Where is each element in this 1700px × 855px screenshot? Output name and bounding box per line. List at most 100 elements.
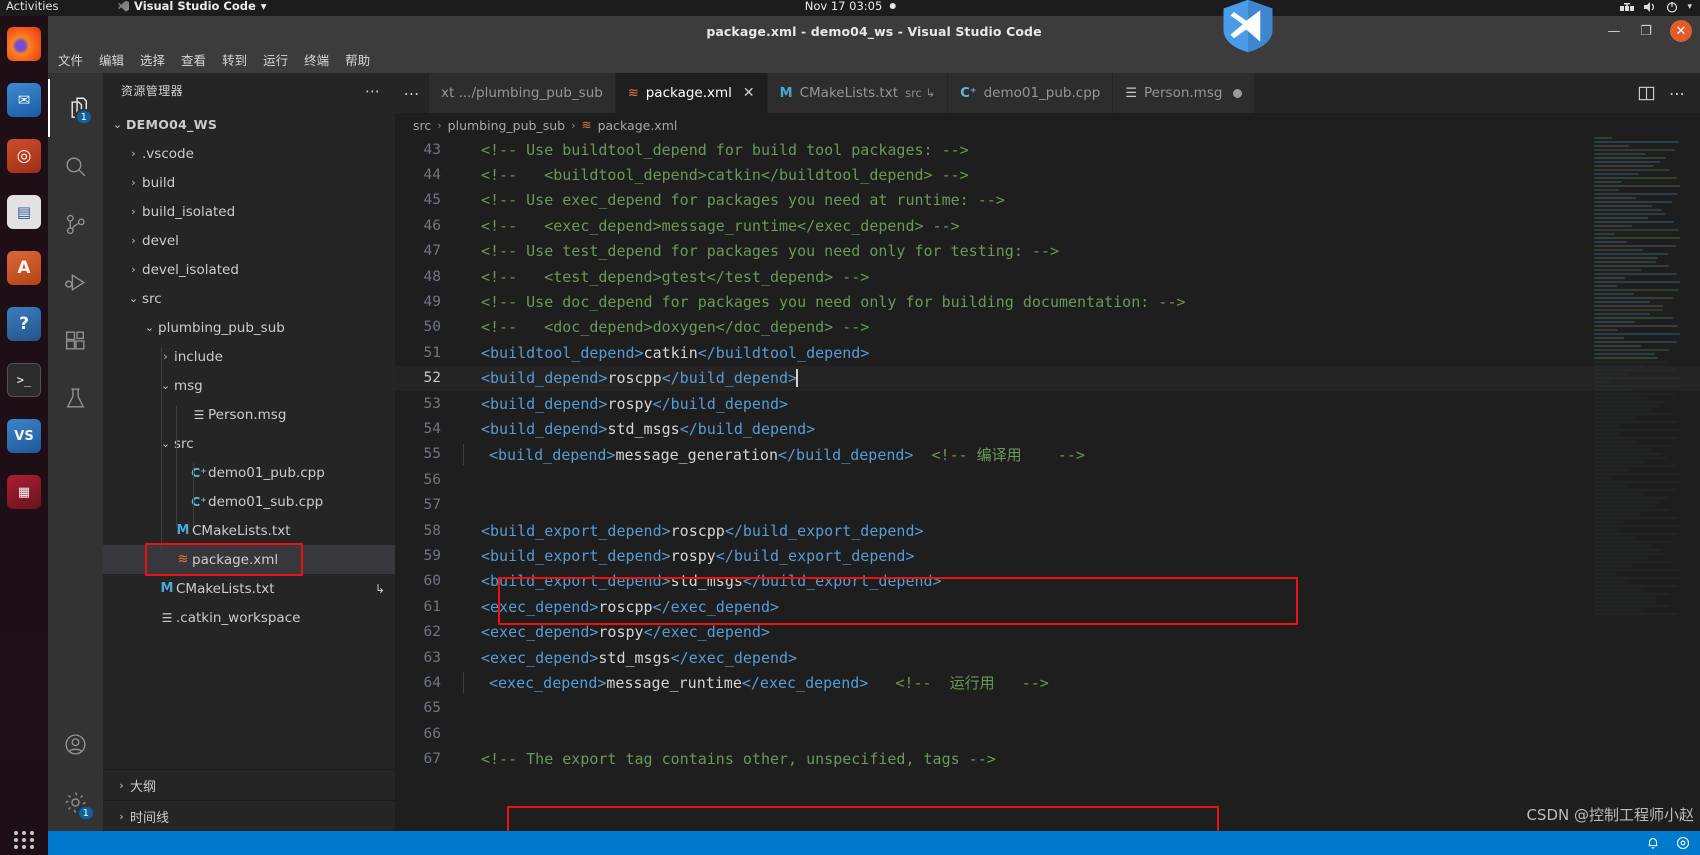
tree-item-plumbing-pub-sub[interactable]: ⌄ plumbing_pub_sub xyxy=(103,313,395,342)
close-icon[interactable]: ✕ xyxy=(743,85,755,101)
code-line[interactable]: 44 <!-- <buildtool_depend>catkin</buildto… xyxy=(395,162,1700,187)
code-line[interactable]: 49 <!-- Use doc_depend for packages you n… xyxy=(395,289,1700,314)
code-line[interactable]: 63 <exec_depend>std_msgs</exec_depend> xyxy=(395,645,1700,670)
menubar[interactable]: 文件 编辑 选择 查看 转到 运行 终端 帮助 xyxy=(48,46,1700,73)
tree-item-demo04-ws[interactable]: ⌄ DEMO04_WS xyxy=(103,110,395,139)
dock-item-terminal[interactable]: >_ xyxy=(0,352,48,408)
tree-item-demo01-pub-cpp[interactable]: C⁺ demo01_pub.cpp xyxy=(103,458,395,487)
tree-item-vscode[interactable]: › .vscode xyxy=(103,139,395,168)
tree-item-package-xml[interactable]: ≋ package.xml xyxy=(103,545,395,574)
menu-selection[interactable]: 选择 xyxy=(140,50,165,69)
file-tree[interactable]: ⌄ DEMO04_WS › .vscode › build › build_isolated ›… xyxy=(103,108,395,769)
tree-item-catkin-workspace[interactable]: ☰ .catkin_workspace xyxy=(103,603,395,632)
tree-item-build-isolated[interactable]: › build_isolated xyxy=(103,197,395,226)
split-editor-icon[interactable] xyxy=(1638,85,1655,102)
sidebar-item-manage-settings[interactable]: 1 xyxy=(48,773,103,831)
tree-item-src[interactable]: ⌄ src xyxy=(103,429,395,458)
code-lines[interactable]: 43 <!-- Use buildtool_depend for build to… xyxy=(395,137,1700,831)
status-right[interactable] xyxy=(1646,836,1690,850)
breadcrumb-plumbing-pub-sub[interactable]: plumbing_pub_sub xyxy=(448,118,565,133)
tree-item-devel-isolated[interactable]: › devel_isolated xyxy=(103,255,395,284)
tree-item-devel[interactable]: › devel xyxy=(103,226,395,255)
system-tray[interactable]: ▾ xyxy=(1620,1,1692,13)
tab-cmakelists-txt[interactable]: M CMakeLists.txt src ↳ xyxy=(767,73,949,113)
sidebar-section-outline[interactable]: › 大纲 xyxy=(103,769,395,800)
code-line[interactable]: 56 xyxy=(395,467,1700,492)
code-line[interactable]: 60 <build_export_depend>std_msgs</build_e… xyxy=(395,569,1700,594)
code-line[interactable]: 65 xyxy=(395,696,1700,721)
code-line[interactable]: 48 <!-- <test_depend>gtest</test_depend> … xyxy=(395,264,1700,289)
code-line[interactable]: 67 <!-- The export tag contains other, un… xyxy=(395,746,1700,771)
tab-demo01-pub-cpp[interactable]: C⁺ demo01_pub.cpp xyxy=(948,73,1114,113)
code-line[interactable]: 58 <build_export_depend>roscpp</build_exp… xyxy=(395,518,1700,543)
maximize-button[interactable]: ❐ xyxy=(1638,23,1654,39)
code-editor[interactable]: 43 <!-- Use buildtool_depend for build to… xyxy=(395,137,1700,831)
tree-item-src[interactable]: ⌄ src xyxy=(103,284,395,313)
tree-item-cmakelists-txt[interactable]: M CMakeLists.txt ↳ xyxy=(103,574,395,603)
code-line[interactable]: 66 xyxy=(395,721,1700,746)
dock-item-libreoffice-writer[interactable]: ▤ xyxy=(0,184,48,240)
minimize-button[interactable]: — xyxy=(1606,23,1622,39)
code-line[interactable]: 62 <exec_depend>rospy</exec_depend> xyxy=(395,619,1700,644)
sidebar-item-testing[interactable] xyxy=(48,369,103,427)
active-app-menu[interactable]: Visual Studio Code ▾ xyxy=(118,0,267,13)
sidebar-item-accounts[interactable] xyxy=(48,715,103,773)
tabs-overflow-icon[interactable]: ⋯ xyxy=(395,73,429,113)
editor-tabs[interactable]: ⋯ xt .../plumbing_pub_sub ≋ package.xml ✕ M C… xyxy=(395,73,1700,113)
menu-terminal[interactable]: 终端 xyxy=(304,50,329,69)
tree-item-cmakelists-txt[interactable]: M CMakeLists.txt xyxy=(103,516,395,545)
code-line[interactable]: 64 <exec_depend>message_runtime</exec_dep… xyxy=(395,670,1700,695)
show-applications-button[interactable] xyxy=(0,831,48,849)
window-controls[interactable]: — ❐ ✕ xyxy=(1606,16,1692,46)
breadcrumb[interactable]: src › plumbing_pub_sub › ≋ package.xml xyxy=(395,113,1700,137)
bell-icon[interactable] xyxy=(1646,836,1660,850)
code-line[interactable]: 55 <build_depend>message_generation</buil… xyxy=(395,442,1700,467)
sidebar-item-run-and-debug[interactable] xyxy=(48,253,103,311)
sidebar-item-extensions[interactable] xyxy=(48,311,103,369)
code-line[interactable]: 57 xyxy=(395,492,1700,517)
dock-item-vscode[interactable]: VS xyxy=(0,408,48,464)
code-line[interactable]: 50 <!-- <doc_depend>doxygen</doc_depend> … xyxy=(395,315,1700,340)
sidebar-item-search[interactable] xyxy=(48,137,103,195)
menu-go[interactable]: 转到 xyxy=(222,50,247,69)
tab-xt-plumbing-pub-sub[interactable]: xt .../plumbing_pub_sub xyxy=(429,73,616,113)
code-line[interactable]: 52 <build_depend>roscpp</build_depend> xyxy=(395,365,1700,391)
code-line[interactable]: 45 <!-- Use exec_depend for packages you … xyxy=(395,188,1700,213)
code-line[interactable]: 46 <!-- <exec_depend>message_runtime</exe… xyxy=(395,213,1700,238)
breadcrumb-src[interactable]: src xyxy=(413,118,431,133)
tab-person-msg[interactable]: ☰ Person.msg xyxy=(1113,73,1256,113)
tree-item-include[interactable]: › include xyxy=(103,342,395,371)
tree-item-demo01-sub-cpp[interactable]: C⁺ demo01_sub.cpp xyxy=(103,487,395,516)
tree-item-person-msg[interactable]: ☰ Person.msg xyxy=(103,400,395,429)
menu-file[interactable]: 文件 xyxy=(58,50,83,69)
code-line[interactable]: 54 <build_depend>std_msgs</build_depend> xyxy=(395,416,1700,441)
dock-item-firefox[interactable] xyxy=(0,16,48,72)
code-line[interactable]: 47 <!-- Use test_depend for packages you … xyxy=(395,239,1700,264)
status-bar[interactable] xyxy=(48,831,1700,855)
code-line[interactable]: 51 <buildtool_depend>catkin</buildtool_de… xyxy=(395,340,1700,365)
menu-help[interactable]: 帮助 xyxy=(345,50,370,69)
code-line[interactable]: 59 <build_export_depend>rospy</build_expo… xyxy=(395,543,1700,568)
minimap[interactable] xyxy=(1594,137,1686,831)
dock-item-help[interactable]: ? xyxy=(0,296,48,352)
sidebar-item-explorer[interactable]: 1 xyxy=(48,79,103,137)
dock-item-rhythmbox[interactable]: ◎ xyxy=(0,128,48,184)
activity-bar[interactable]: 1 1 xyxy=(48,73,103,831)
feedback-icon[interactable] xyxy=(1676,836,1690,850)
editor-actions[interactable]: ⋯ xyxy=(1624,73,1700,113)
code-line[interactable]: 53 <build_depend>rospy</build_depend> xyxy=(395,391,1700,416)
clock[interactable]: Nov 17 03:05 xyxy=(805,0,896,13)
tab-package-xml[interactable]: ≋ package.xml ✕ xyxy=(615,73,768,113)
sidebar-section-timeline[interactable]: › 时间线 xyxy=(103,800,395,831)
editor-vertical-scrollbar[interactable] xyxy=(1686,137,1700,831)
dock-item-ubuntu-software[interactable]: A xyxy=(0,240,48,296)
tree-item-msg[interactable]: ⌄ msg xyxy=(103,371,395,400)
ubuntu-dock[interactable]: ✉ ◎ ▤ A ? >_ VS ▦ xyxy=(0,16,48,855)
breadcrumb-package-xml[interactable]: package.xml xyxy=(598,118,678,133)
activities-button[interactable]: Activities xyxy=(6,0,58,13)
dock-item-thunderbird[interactable]: ✉ xyxy=(0,72,48,128)
sidebar-item-source-control[interactable] xyxy=(48,195,103,253)
tree-item-build[interactable]: › build xyxy=(103,168,395,197)
menu-view[interactable]: 查看 xyxy=(181,50,206,69)
menu-edit[interactable]: 编辑 xyxy=(99,50,124,69)
